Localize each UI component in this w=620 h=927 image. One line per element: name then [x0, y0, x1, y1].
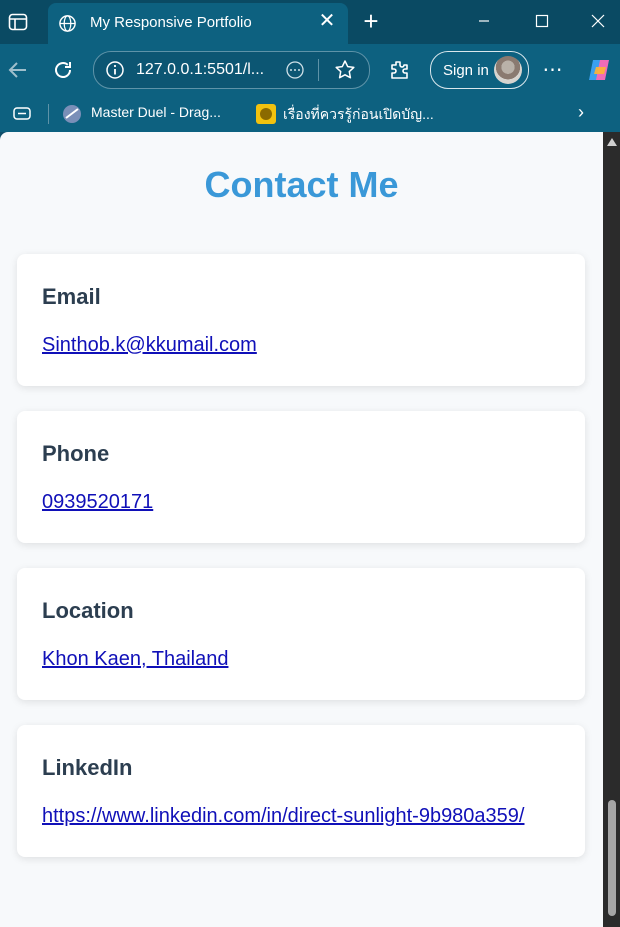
page-scrollbar[interactable]: [603, 132, 620, 927]
chevron-right-icon[interactable]: ›: [578, 102, 584, 123]
contact-card-phone: Phone 0939520171: [17, 411, 585, 543]
card-heading: Email: [42, 284, 101, 309]
refresh-icon[interactable]: [49, 56, 77, 84]
settings-more-icon[interactable]: ⋯: [539, 56, 567, 84]
scrollbar-thumb[interactable]: [608, 800, 616, 916]
address-bar[interactable]: 127.0.0.1:5501/l...: [93, 51, 370, 89]
url-text[interactable]: 127.0.0.1:5501/l...: [136, 61, 264, 79]
scroll-up-icon[interactable]: [607, 138, 617, 146]
address-divider: [318, 59, 319, 81]
close-window-button[interactable]: [573, 4, 620, 38]
bookmark-divider: [48, 104, 49, 124]
star-icon[interactable]: [334, 59, 356, 81]
email-link[interactable]: Sinthob.k@kkumail.com: [42, 334, 257, 357]
extensions-icon[interactable]: [385, 56, 413, 84]
bookmark-bank[interactable]: เรื่องที่ควรรู้ก่อนเปิดบัญ...: [283, 104, 434, 126]
contact-card-linkedin: LinkedIn https://www.linkedin.com/in/dir…: [17, 725, 585, 857]
tab-my-responsive-portfolio[interactable]: My Responsive Portfolio ✕: [48, 3, 348, 44]
page-title: Contact Me: [204, 164, 399, 205]
linkedin-link[interactable]: https://www.linkedin.com/in/direct-sunli…: [42, 805, 524, 828]
browser-titlebar: My Responsive Portfolio ✕ +: [0, 0, 620, 44]
card-heading: Location: [42, 598, 134, 623]
more-options-icon[interactable]: [285, 60, 305, 80]
card-heading: LinkedIn: [42, 755, 133, 780]
sign-in-button[interactable]: Sign in: [430, 51, 529, 89]
phone-link[interactable]: 0939520171: [42, 491, 153, 514]
back-arrow-icon[interactable]: [4, 56, 32, 84]
minimize-button[interactable]: [459, 4, 509, 38]
tab-actions-icon[interactable]: [8, 12, 28, 32]
card-heading: Phone: [42, 441, 110, 466]
contact-card-email: Email Sinthob.k@kkumail.com: [17, 254, 585, 386]
avatar: [494, 56, 522, 84]
new-tab-icon[interactable]: +: [358, 8, 384, 34]
collections-icon[interactable]: [12, 105, 32, 123]
bank-icon: [256, 104, 276, 124]
info-icon[interactable]: [105, 60, 125, 80]
bookmarks-bar: Master Duel - Drag... เรื่องที่ควรรู้ก่อ…: [0, 96, 620, 132]
globe-icon: [59, 15, 76, 32]
tab-title: My Responsive Portfolio: [90, 14, 252, 31]
page-viewport: Contact Me Email Sinthob.k@kkumail.com P…: [0, 132, 603, 927]
location-link[interactable]: Khon Kaen, Thailand: [42, 648, 228, 671]
browser-toolbar: 127.0.0.1:5501/l... Sign in ⋯: [0, 44, 620, 96]
close-tab-icon[interactable]: ✕: [316, 10, 338, 32]
sign-in-label: Sign in: [443, 62, 489, 79]
copilot-icon[interactable]: [585, 56, 613, 84]
bookmark-master-duel[interactable]: Master Duel - Drag...: [91, 104, 221, 120]
contact-card-location: Location Khon Kaen, Thailand: [17, 568, 585, 700]
master-duel-icon: [63, 105, 81, 123]
maximize-button[interactable]: [517, 4, 567, 38]
